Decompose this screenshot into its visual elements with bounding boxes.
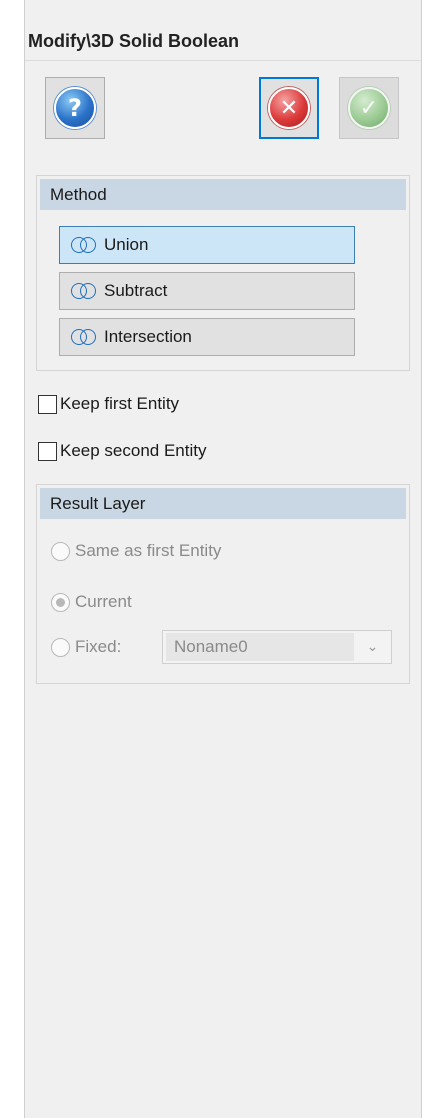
fixed-option[interactable]: Fixed: bbox=[51, 637, 121, 657]
cancel-icon: ✕ bbox=[268, 87, 310, 129]
subtract-icon bbox=[70, 283, 98, 299]
help-icon: ? bbox=[54, 87, 96, 129]
current-option[interactable]: Current bbox=[51, 592, 132, 612]
same-as-first-option[interactable]: Same as first Entity bbox=[51, 541, 221, 561]
boolean-panel: Modify\3D Solid Boolean ? ✕ ✓ Method Uni… bbox=[24, 0, 422, 1118]
intersection-label: Intersection bbox=[104, 327, 192, 346]
fixed-label: Fixed: bbox=[75, 637, 122, 656]
intersection-button[interactable]: Intersection bbox=[59, 318, 355, 356]
chevron-down-icon[interactable]: ⌄ bbox=[354, 639, 391, 655]
fixed-layer-dropdown[interactable]: Noname0 ⌄ bbox=[162, 630, 392, 664]
help-button[interactable]: ? bbox=[45, 77, 105, 139]
union-button[interactable]: Union bbox=[59, 226, 355, 264]
subtract-button[interactable]: Subtract bbox=[59, 272, 355, 310]
current-radio[interactable] bbox=[51, 592, 70, 612]
intersection-icon bbox=[70, 329, 98, 345]
title-separator bbox=[25, 60, 421, 61]
keep-second-label: Keep second Entity bbox=[60, 441, 207, 460]
keep-first-row[interactable]: Keep first Entity bbox=[38, 394, 179, 414]
fixed-layer-value: Noname0 bbox=[166, 633, 354, 661]
union-label: Union bbox=[104, 235, 149, 254]
ok-icon: ✓ bbox=[348, 87, 390, 129]
method-heading: Method bbox=[40, 179, 406, 210]
keep-first-label: Keep first Entity bbox=[60, 394, 180, 413]
result-layer-heading: Result Layer bbox=[40, 488, 406, 519]
union-icon bbox=[70, 237, 98, 253]
keep-first-checkbox[interactable] bbox=[38, 394, 57, 414]
same-as-first-radio[interactable] bbox=[51, 541, 70, 561]
ok-button[interactable]: ✓ bbox=[339, 77, 399, 139]
current-label: Current bbox=[75, 592, 132, 611]
subtract-label: Subtract bbox=[104, 281, 168, 300]
fixed-radio[interactable] bbox=[51, 637, 70, 657]
cancel-button[interactable]: ✕ bbox=[259, 77, 319, 139]
keep-second-checkbox[interactable] bbox=[38, 441, 57, 461]
panel-title: Modify\3D Solid Boolean bbox=[28, 31, 240, 51]
keep-second-row[interactable]: Keep second Entity bbox=[38, 441, 206, 461]
same-as-first-label: Same as first Entity bbox=[75, 541, 222, 560]
